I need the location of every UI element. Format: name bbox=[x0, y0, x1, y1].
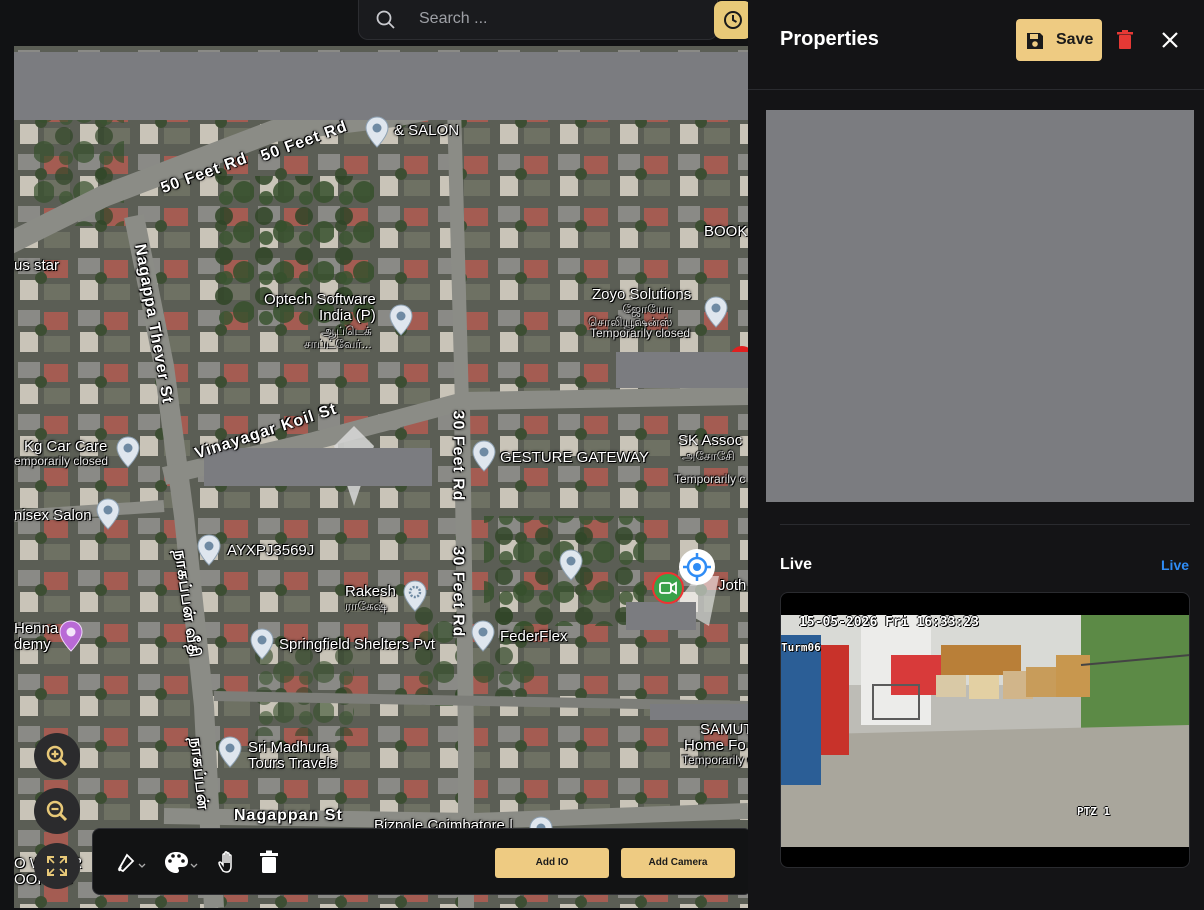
save-button[interactable]: Save bbox=[1016, 19, 1102, 61]
poi-label[interactable]: Rakesh bbox=[345, 584, 396, 600]
crosshair-target-icon[interactable] bbox=[679, 549, 715, 585]
hand-icon bbox=[218, 851, 232, 873]
poi-label[interactable]: FederFlex bbox=[500, 629, 568, 645]
expand-icon bbox=[47, 856, 67, 876]
poi-label[interactable]: Sri Madhura Tours Travels bbox=[248, 740, 337, 772]
video-ptz-label: PTZ 1 bbox=[1077, 805, 1111, 818]
location-pin-icon[interactable] bbox=[95, 498, 121, 530]
delete-tool-button[interactable] bbox=[259, 849, 279, 877]
header-divider bbox=[748, 89, 1204, 90]
poi-label[interactable]: AYXPJ3569J bbox=[227, 543, 314, 559]
live-section-title: Live bbox=[780, 556, 813, 573]
location-pin-icon[interactable] bbox=[470, 620, 496, 652]
poi-label-local: அசோசிே bbox=[682, 449, 735, 463]
road-label: 30 Feet Rd bbox=[449, 546, 467, 638]
location-pin-icon[interactable] bbox=[115, 436, 141, 468]
poi-label[interactable]: Optech Software India (P) bbox=[264, 292, 376, 324]
road-label: 30 Feet Rd bbox=[449, 410, 467, 502]
poi-label[interactable]: Joth bbox=[718, 578, 746, 594]
poi-label[interactable]: Springfield Shelters Pvt bbox=[279, 637, 435, 653]
poi-label[interactable]: SK Assoc bbox=[678, 433, 742, 449]
add-camera-button[interactable]: Add Camera bbox=[621, 848, 735, 878]
location-pin-icon[interactable] bbox=[388, 304, 414, 336]
save-label: Save bbox=[1056, 31, 1094, 48]
color-tool-button[interactable] bbox=[163, 849, 199, 877]
location-pin-icon[interactable] bbox=[196, 534, 222, 566]
poi-label[interactable]: SAMUT bbox=[700, 722, 748, 738]
location-pin-icon[interactable] bbox=[703, 296, 729, 328]
redacted-area bbox=[204, 448, 432, 486]
poi-status: Temporarily closed bbox=[590, 326, 691, 340]
live-video-feed[interactable]: 15-05-2026 Fri 16:33:23 Turm06 PTZ 1 bbox=[780, 592, 1190, 868]
trash-icon bbox=[260, 850, 278, 873]
redacted-area bbox=[616, 352, 748, 388]
add-io-button[interactable]: Add IO bbox=[495, 848, 609, 878]
road-label: Nagappan St bbox=[234, 807, 343, 824]
search-input[interactable]: Search ... bbox=[419, 10, 487, 28]
redacted-area bbox=[650, 704, 748, 720]
search-icon bbox=[376, 10, 395, 29]
draw-tool-button[interactable] bbox=[115, 849, 147, 877]
map-label: BOOK bbox=[704, 223, 748, 240]
poi-label[interactable]: Henna demy bbox=[14, 621, 58, 653]
location-pin-icon[interactable] bbox=[364, 116, 390, 148]
delete-button[interactable] bbox=[1114, 28, 1136, 52]
properties-panel: Properties Save Live Live 15-05-2026 Fri… bbox=[748, 0, 1204, 910]
poi-status: Temporarily cl bbox=[682, 753, 748, 767]
map-label: us star bbox=[14, 257, 60, 274]
poi-label[interactable]: Kg Car Care bbox=[24, 439, 107, 455]
palette-icon bbox=[165, 852, 198, 873]
close-button[interactable] bbox=[1158, 28, 1182, 52]
pen-tool-icon bbox=[117, 853, 146, 873]
floppy-disk-icon bbox=[1027, 33, 1043, 49]
satellite-map[interactable]: & SALON 50 Feet Rd 50 Feet Rd BOOK us st… bbox=[14, 46, 748, 908]
poi-label-local: ராகேஷ் bbox=[345, 599, 388, 613]
pan-tool-button[interactable] bbox=[217, 849, 241, 877]
poi-status: emporarily closed bbox=[14, 454, 109, 468]
app-root: & SALON 50 Feet Rd 50 Feet Rd BOOK us st… bbox=[0, 0, 1204, 910]
location-pin-icon[interactable] bbox=[471, 440, 497, 472]
zoom-out-button[interactable] bbox=[34, 788, 80, 834]
fullscreen-button[interactable] bbox=[34, 843, 80, 889]
trash-icon bbox=[1117, 30, 1133, 49]
close-icon bbox=[1162, 32, 1178, 48]
history-button[interactable] bbox=[714, 1, 752, 39]
zoom-out-icon bbox=[46, 800, 68, 822]
poi-status: Temporarily c bbox=[674, 472, 746, 486]
poi-label: Home Fo bbox=[684, 737, 746, 754]
live-link[interactable]: Live bbox=[1161, 557, 1189, 573]
camera-frame bbox=[781, 615, 1189, 847]
video-timestamp: 15-05-2026 Fri 16:33:23 bbox=[799, 615, 980, 630]
search-bar[interactable]: Search ... bbox=[358, 0, 718, 40]
poi-label[interactable]: nisex Salon bbox=[14, 508, 92, 524]
location-pin-icon[interactable] bbox=[249, 628, 275, 660]
redacted-form bbox=[766, 110, 1194, 502]
video-camera-name: Turm06 bbox=[781, 641, 821, 654]
location-pin-icon[interactable] bbox=[217, 736, 243, 768]
poi-label[interactable]: Zoyo Solutions bbox=[592, 287, 691, 303]
redacted-area bbox=[14, 52, 748, 120]
map-toolbar: Add IO Add Camera bbox=[92, 828, 752, 895]
location-pin-icon[interactable] bbox=[558, 549, 584, 581]
zoom-in-icon bbox=[46, 745, 68, 767]
flower-pin-icon[interactable] bbox=[58, 620, 84, 652]
poi-label-local: ஆப்டெக் சாப்ட்வேர்... bbox=[304, 324, 372, 351]
zoom-in-button[interactable] bbox=[34, 733, 80, 779]
redacted-area bbox=[626, 602, 696, 630]
panel-title: Properties bbox=[780, 28, 879, 50]
section-divider bbox=[780, 524, 1190, 525]
gear-pin-icon[interactable] bbox=[402, 580, 428, 612]
clock-icon bbox=[724, 11, 742, 29]
map-label: & SALON bbox=[394, 122, 460, 139]
poi-label[interactable]: GESTURE GATEWAY bbox=[500, 450, 649, 466]
